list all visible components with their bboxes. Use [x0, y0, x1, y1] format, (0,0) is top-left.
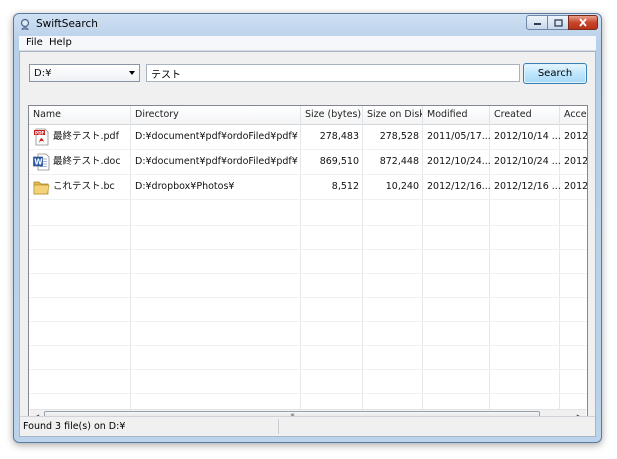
- file-directory: D:¥document¥pdf¥ordoFiled¥pdf¥: [135, 156, 298, 167]
- status-bar: Found 3 file(s) on D:¥: [20, 416, 595, 436]
- empty-row-line: [29, 273, 587, 274]
- empty-row-line: [29, 393, 587, 394]
- file-directory: D:¥dropbox¥Photos¥: [135, 181, 235, 192]
- file-accessed: 2012/: [564, 156, 588, 167]
- empty-row-line: [29, 297, 587, 298]
- status-divider: [278, 419, 279, 434]
- table-row[interactable]: これテスト.bc D:¥dropbox¥Photos¥ 8,512 10,240…: [29, 175, 588, 200]
- window-title: SwiftSearch: [36, 18, 98, 30]
- file-name: 最終テスト.doc: [53, 156, 121, 167]
- menu-bar: File Help: [19, 36, 596, 51]
- maximize-button[interactable]: [547, 15, 569, 30]
- file-size-on-disk: 278,528: [379, 131, 419, 142]
- column-header-directory[interactable]: Directory: [131, 106, 301, 124]
- minimize-button[interactable]: [526, 15, 548, 30]
- magnifier-app-icon: [20, 18, 30, 31]
- file-name: 最終テスト.pdf: [53, 131, 119, 142]
- file-created: 2012/12/16 ...: [494, 181, 560, 192]
- close-button[interactable]: [568, 15, 598, 30]
- column-header-size-on-disk[interactable]: Size on Disk: [363, 106, 423, 124]
- minimize-icon: [527, 16, 547, 29]
- menu-file[interactable]: File: [26, 37, 43, 48]
- file-size-on-disk: 872,448: [379, 156, 419, 167]
- search-input[interactable]: [146, 64, 520, 82]
- results-list[interactable]: Name Directory Size (bytes) Size on Disk…: [28, 105, 588, 425]
- file-size-on-disk: 10,240: [385, 181, 419, 192]
- file-name: これテスト.bc: [53, 181, 115, 192]
- file-modified: 2012/12/16...: [427, 181, 490, 192]
- close-icon: [569, 16, 597, 29]
- table-row[interactable]: W 最終テスト.doc D:¥document¥pdf¥ordoFiled¥pd…: [29, 150, 588, 175]
- empty-row-line: [29, 345, 587, 346]
- drive-select[interactable]: D:¥: [29, 64, 140, 82]
- list-rows: PDF 最終テスト.pdf D:¥document¥pdf¥ordoFiled¥…: [29, 125, 588, 200]
- status-text: Found 3 file(s) on D:¥: [23, 421, 126, 432]
- file-modified: 2012/10/24...: [427, 156, 490, 167]
- table-row[interactable]: PDF 最終テスト.pdf D:¥document¥pdf¥ordoFiled¥…: [29, 125, 588, 150]
- empty-row-line: [29, 249, 587, 250]
- file-modified: 2011/05/17...: [427, 131, 490, 142]
- maximize-icon: [548, 16, 568, 29]
- file-created: 2012/10/24 ...: [494, 156, 560, 167]
- file-size: 8,512: [331, 181, 359, 192]
- main-panel: D:¥ Search Name Directory Size (bytes) S…: [19, 51, 596, 437]
- column-header-created[interactable]: Created: [490, 106, 560, 124]
- empty-row-line: [29, 369, 587, 370]
- column-header-accessed[interactable]: Acces: [560, 106, 587, 124]
- title-bar[interactable]: SwiftSearch: [14, 14, 601, 36]
- file-accessed: 2012/: [564, 181, 588, 192]
- file-created: 2012/10/14 ...: [494, 131, 560, 142]
- empty-row-line: [29, 321, 587, 322]
- column-header-modified[interactable]: Modified: [423, 106, 490, 124]
- app-window: SwiftSearch File Help D:¥ Search Name Di…: [13, 13, 602, 443]
- chevron-down-icon: [129, 71, 135, 75]
- file-directory: D:¥document¥pdf¥ordoFiled¥pdf¥: [135, 131, 298, 142]
- list-header: Name Directory Size (bytes) Size on Disk…: [29, 106, 587, 125]
- menu-help[interactable]: Help: [49, 37, 72, 48]
- column-header-size[interactable]: Size (bytes): [301, 106, 363, 124]
- file-size: 869,510: [319, 156, 359, 167]
- search-button[interactable]: Search: [523, 63, 587, 84]
- file-size: 278,483: [319, 131, 359, 142]
- file-accessed: 2012/: [564, 131, 588, 142]
- empty-row-line: [29, 225, 587, 226]
- column-header-name[interactable]: Name: [29, 106, 131, 124]
- drive-select-value: D:¥: [34, 68, 52, 79]
